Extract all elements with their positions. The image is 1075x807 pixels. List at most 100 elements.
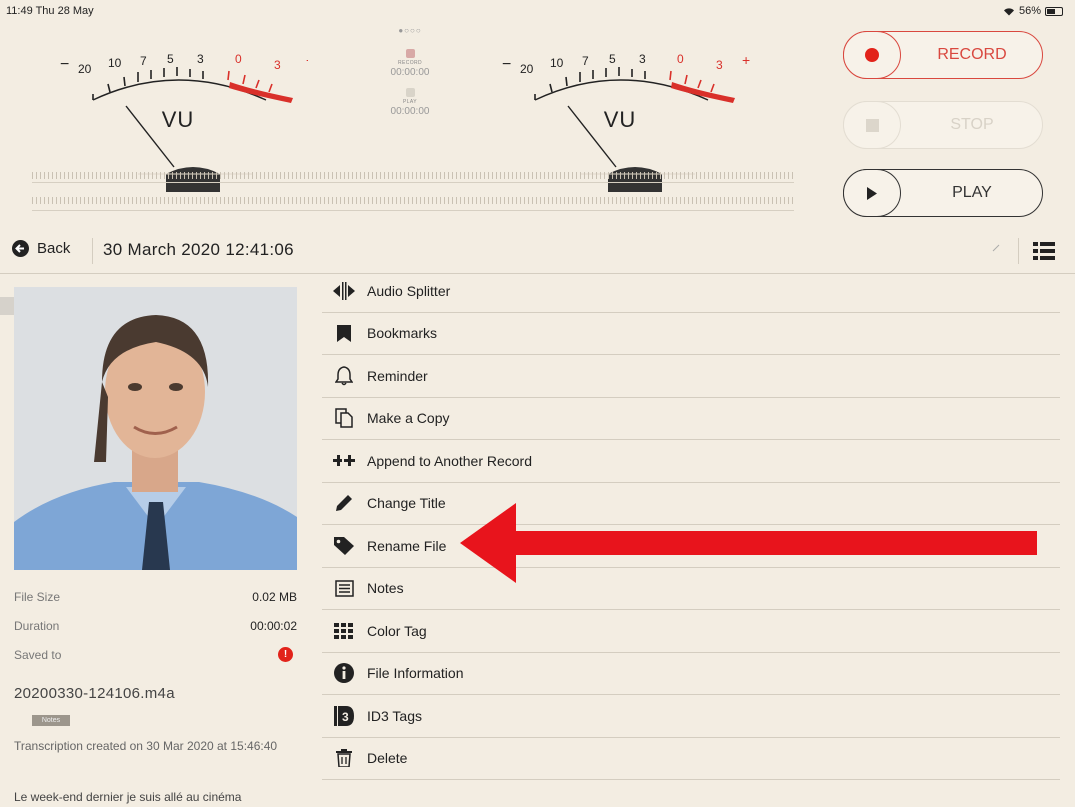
menu-item-id3-tags[interactable]: 3 ID3 Tags bbox=[322, 695, 1060, 738]
duration-value: 00:00:02 bbox=[250, 619, 297, 633]
file-size-label: File Size bbox=[14, 590, 61, 604]
record-time: 00:00:00 bbox=[390, 67, 430, 78]
annotation-arrow bbox=[460, 503, 1037, 583]
status-bar: 11:49 Thu 28 May 56% bbox=[0, 0, 1075, 22]
level-ruler-bottom bbox=[32, 197, 794, 206]
status-indicators: 56% bbox=[1003, 5, 1063, 17]
menu-item-bookmarks[interactable]: Bookmarks bbox=[322, 313, 1060, 355]
menu-item-label: Reminder bbox=[367, 367, 428, 384]
vu-scale-0: 0 bbox=[235, 52, 242, 66]
vu-plus-right: + bbox=[742, 52, 750, 68]
menu-item-label: Audio Splitter bbox=[367, 282, 451, 299]
duration-label: Duration bbox=[14, 619, 60, 633]
recording-photo bbox=[14, 287, 297, 570]
back-button[interactable]: Back bbox=[12, 240, 70, 257]
menu-item-reminder[interactable]: Reminder bbox=[322, 355, 1060, 398]
play-status-label: PLAY bbox=[402, 99, 417, 105]
record-icon bbox=[843, 31, 901, 79]
recording-details: File Size 0.02 MB Duration 00:00:02 Save… bbox=[0, 275, 310, 807]
vu-minus-right: − bbox=[502, 56, 512, 73]
ruler-divider bbox=[32, 210, 794, 211]
transport-status: ●○○○ RECORD 00:00:00 PLAY 00:00:00 bbox=[370, 22, 450, 117]
level-ruler-top bbox=[32, 170, 794, 179]
menu-item-label: Bookmarks bbox=[367, 325, 438, 342]
stop-button-label: STOP bbox=[950, 116, 994, 133]
vu-scale-10: 10 bbox=[550, 56, 564, 70]
vu-scale-plus3: 3 bbox=[274, 58, 281, 72]
transcription-info: Transcription created on 30 Mar 2020 at … bbox=[14, 739, 278, 753]
notes-badge: Notes bbox=[32, 715, 70, 726]
vu-label-left: VU bbox=[161, 107, 195, 132]
menu-item-label: Rename File bbox=[367, 537, 447, 554]
vu-scale-7: 7 bbox=[140, 54, 147, 68]
battery-icon bbox=[1045, 6, 1063, 16]
play-icon bbox=[843, 169, 901, 217]
saved-to-label: Saved to bbox=[14, 648, 62, 662]
vu-meter-left: − 20 10 7 5 3 0 3 + VU bbox=[48, 32, 308, 192]
pencil-icon bbox=[325, 491, 363, 515]
battery-percent: 56% bbox=[1018, 5, 1041, 17]
record-button-label: RECORD bbox=[937, 46, 1007, 63]
saved-to-row: Saved to ! bbox=[14, 647, 297, 662]
edit-pencil-icon[interactable] bbox=[992, 244, 1000, 252]
vu-meter-right: − 20 10 7 5 3 0 3 + VU bbox=[490, 32, 750, 192]
menu-item-label: Delete bbox=[367, 750, 408, 767]
record-status-label: RECORD bbox=[397, 60, 423, 66]
menu-item-color-tag[interactable]: Color Tag bbox=[322, 610, 1060, 653]
menu-item-label: Change Title bbox=[367, 495, 446, 512]
menu-item-make-copy[interactable]: Make a Copy bbox=[322, 398, 1060, 440]
file-name: 20200330-124106.m4a bbox=[14, 685, 175, 702]
id3-icon: 3 bbox=[325, 704, 363, 728]
trash-icon bbox=[325, 746, 363, 770]
color-tag-icon bbox=[325, 619, 363, 643]
back-label: Back bbox=[37, 240, 71, 257]
menu-item-delete[interactable]: Delete bbox=[322, 738, 1060, 780]
vu-minus-left: − bbox=[60, 56, 70, 73]
menu-item-label: File Information bbox=[367, 665, 464, 682]
nav-divider bbox=[1018, 238, 1019, 264]
vu-scale-0: 0 bbox=[677, 52, 684, 66]
play-indicator-icon bbox=[405, 88, 415, 97]
play-time: 00:00:00 bbox=[390, 106, 430, 117]
status-time: 11:49 Thu 28 May bbox=[6, 5, 94, 17]
stop-button[interactable]: STOP bbox=[843, 101, 1043, 149]
notes-icon bbox=[325, 576, 363, 600]
file-size-row: File Size 0.02 MB bbox=[14, 590, 297, 604]
record-button[interactable]: RECORD bbox=[843, 31, 1043, 79]
menu-item-audio-splitter[interactable]: Audio Splitter bbox=[322, 270, 1060, 313]
panel-handle[interactable] bbox=[0, 297, 14, 315]
vu-scale-3: 3 bbox=[639, 52, 646, 66]
back-arrow-icon bbox=[12, 240, 29, 257]
record-indicator-icon bbox=[405, 49, 415, 58]
page-indicator: ●○○○ bbox=[398, 26, 422, 35]
play-button-label: PLAY bbox=[952, 184, 992, 201]
vu-label-right: VU bbox=[603, 107, 637, 132]
vu-scale-10: 10 bbox=[108, 56, 122, 70]
bell-icon bbox=[325, 364, 363, 388]
notes-preview: Le week-end dernier je suis allé au ciné… bbox=[14, 790, 242, 804]
play-button[interactable]: PLAY bbox=[843, 169, 1043, 217]
svg-text:3: 3 bbox=[342, 710, 349, 724]
menu-item-append[interactable]: Append to Another Record bbox=[322, 440, 1060, 483]
vu-scale-5: 5 bbox=[609, 52, 616, 66]
warning-icon[interactable]: ! bbox=[278, 647, 293, 662]
vu-scale-plus3: 3 bbox=[716, 58, 723, 72]
stop-icon bbox=[843, 101, 901, 149]
info-icon bbox=[325, 661, 363, 685]
page-title: 30 March 2020 12:41:06 bbox=[103, 240, 294, 259]
list-view-icon[interactable] bbox=[1033, 242, 1055, 260]
splitter-icon bbox=[325, 279, 363, 303]
bookmark-icon bbox=[325, 321, 363, 345]
vu-scale-20: 20 bbox=[78, 62, 92, 76]
menu-item-file-information[interactable]: File Information bbox=[322, 653, 1060, 695]
recorder-panel: − 20 10 7 5 3 0 3 + VU ●○○○ RECORD 00:00… bbox=[0, 22, 1075, 228]
menu-item-label: Append to Another Record bbox=[367, 452, 533, 469]
vu-scale-7: 7 bbox=[582, 54, 589, 68]
nav-bar: Back 30 March 2020 12:41:06 bbox=[0, 228, 1075, 274]
vu-scale-3: 3 bbox=[197, 52, 204, 66]
nav-divider bbox=[92, 238, 93, 264]
duration-row: Duration 00:00:02 bbox=[14, 619, 297, 633]
menu-item-label: Make a Copy bbox=[367, 410, 450, 427]
file-size-value: 0.02 MB bbox=[252, 590, 297, 604]
vu-scale-5: 5 bbox=[167, 52, 174, 66]
